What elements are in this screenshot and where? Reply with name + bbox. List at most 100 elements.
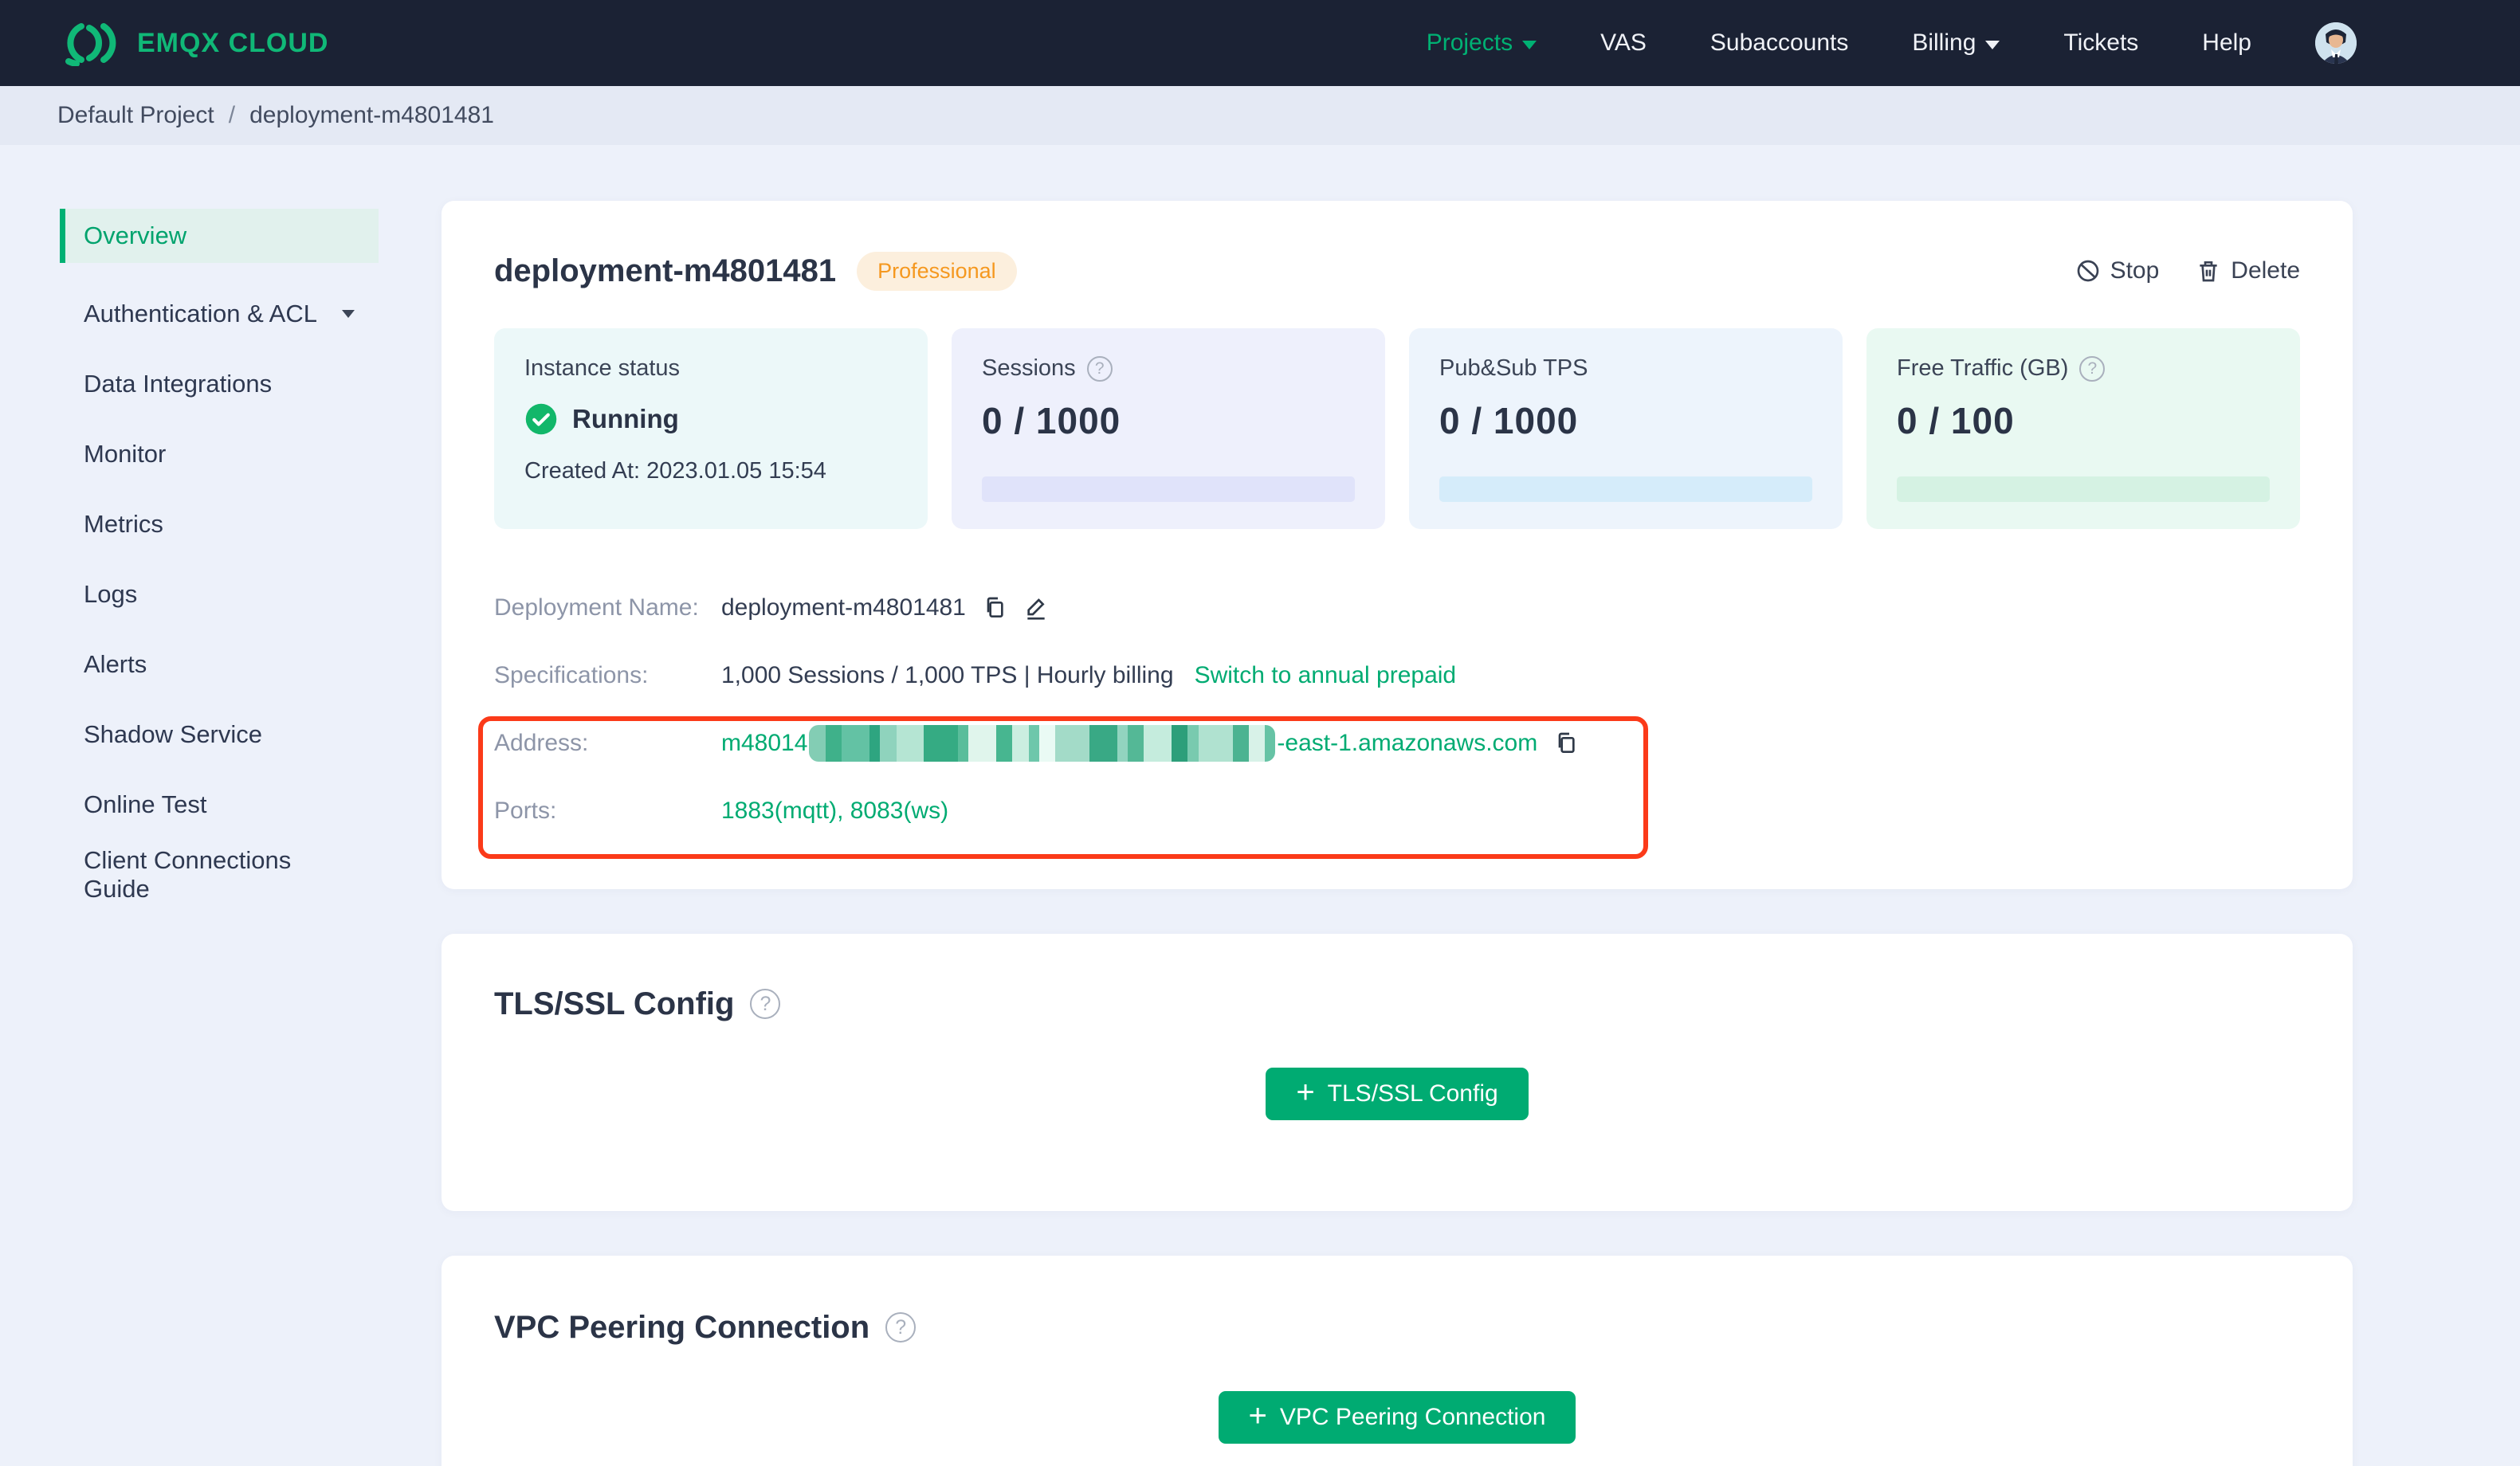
add-tls-ssl-config-button[interactable]: + TLS/SSL Config bbox=[1266, 1068, 1529, 1120]
sidebar-item-label: Online Test bbox=[84, 790, 207, 818]
status-row: Running bbox=[524, 402, 897, 436]
vpc-peering-header: VPC Peering Connection ? bbox=[494, 1305, 2300, 1350]
sidebar-item-label: Data Integrations bbox=[84, 370, 273, 398]
help-icon[interactable]: ? bbox=[885, 1312, 917, 1343]
main-content: deployment-m4801481 Professional Stop De… bbox=[442, 201, 2353, 1466]
nav-vas[interactable]: VAS bbox=[1600, 29, 1647, 57]
nav-help[interactable]: Help bbox=[2202, 29, 2251, 57]
pubsub-tps-card: Pub&Sub TPS 0 / 1000 bbox=[1409, 328, 1843, 529]
help-icon[interactable]: ? bbox=[2079, 355, 2106, 382]
sessions-progress-bar bbox=[982, 476, 1355, 502]
deployment-header: deployment-m4801481 Professional Stop De… bbox=[494, 245, 2300, 296]
nav-vas-label: VAS bbox=[1600, 29, 1647, 56]
sidebar-item-label: Alerts bbox=[84, 650, 147, 678]
address-prefix: m48014 bbox=[721, 729, 808, 756]
sidebar-item-online-test[interactable]: Online Test bbox=[60, 770, 379, 840]
trash-icon bbox=[2200, 261, 2217, 282]
vpc-peering-title: VPC Peering Connection bbox=[494, 1309, 870, 1345]
emqx-logo[interactable]: EMQX CLOUD bbox=[57, 20, 328, 66]
specifications-row: Specifications: 1,000 Sessions / 1,000 T… bbox=[494, 641, 2300, 709]
sidebar-item-overview[interactable]: Overview bbox=[60, 209, 379, 263]
breadcrumb-project[interactable]: Default Project bbox=[57, 102, 214, 129]
deployment-name-row: Deployment Name: deployment-m4801481 bbox=[494, 574, 2300, 641]
add-vpc-peering-button[interactable]: + VPC Peering Connection bbox=[1218, 1391, 1576, 1444]
breadcrumb: Default Project / deployment-m4801481 bbox=[0, 86, 2520, 145]
sidebar-item-monitor[interactable]: Monitor bbox=[60, 419, 379, 489]
stop-label: Stop bbox=[2110, 257, 2160, 284]
sessions-label: Sessions bbox=[982, 355, 1076, 381]
delete-button[interactable]: Delete bbox=[2196, 257, 2300, 284]
tls-ssl-card: TLS/SSL Config ? + TLS/SSL Config bbox=[442, 934, 2353, 1211]
address-row: Address: m48014 -east-1.amazonaws.com bbox=[494, 709, 2300, 777]
copy-icon bbox=[987, 597, 1003, 617]
sidebar-item-logs[interactable]: Logs bbox=[60, 559, 379, 629]
address-label: Address: bbox=[494, 729, 589, 756]
deployment-overview-card: deployment-m4801481 Professional Stop De… bbox=[442, 201, 2353, 889]
brand-title: EMQX CLOUD bbox=[137, 27, 329, 58]
sidebar: Overview Authentication & ACL Data Integ… bbox=[0, 209, 402, 910]
sidebar-item-authentication-acl[interactable]: Authentication & ACL bbox=[60, 279, 379, 349]
nav-subaccounts-label: Subaccounts bbox=[1709, 29, 1849, 56]
sidebar-item-client-connections-guide[interactable]: Client Connections Guide bbox=[60, 840, 379, 910]
instance-status-card: Instance status Running Created At: 2023… bbox=[494, 328, 928, 529]
sidebar-item-label: Monitor bbox=[84, 440, 167, 468]
nav-billing-label: Billing bbox=[1912, 29, 1976, 56]
switch-annual-prepaid-link[interactable]: Switch to annual prepaid bbox=[1195, 662, 1457, 689]
specifications-value: 1,000 Sessions / 1,000 TPS | Hourly bill… bbox=[721, 661, 1174, 688]
sidebar-item-shadow-service[interactable]: Shadow Service bbox=[60, 700, 379, 770]
tps-value: 0 / 1000 bbox=[1439, 400, 1579, 441]
ports-label: Ports: bbox=[494, 797, 557, 824]
deployment-actions: Stop Delete bbox=[2075, 257, 2300, 284]
plus-icon: + bbox=[1248, 1398, 1267, 1433]
sidebar-item-label: Authentication & ACL bbox=[84, 300, 317, 327]
sidebar-item-data-integrations[interactable]: Data Integrations bbox=[60, 349, 379, 419]
sidebar-item-label: Client Connections Guide bbox=[84, 846, 292, 903]
nav-help-label: Help bbox=[2202, 29, 2251, 56]
add-tls-ssl-config-label: TLS/SSL Config bbox=[1327, 1080, 1498, 1107]
edit-name-button[interactable] bbox=[1023, 595, 1049, 621]
vpc-peering-card: VPC Peering Connection ? + VPC Peering C… bbox=[442, 1256, 2353, 1466]
nav-tickets[interactable]: Tickets bbox=[2063, 29, 2138, 57]
status-badge: Running bbox=[572, 404, 679, 433]
specifications-label: Specifications: bbox=[494, 661, 649, 688]
traffic-progress-bar bbox=[1897, 476, 2270, 502]
sidebar-item-metrics[interactable]: Metrics bbox=[60, 489, 379, 559]
page: EMQX CLOUD Projects VAS Subaccounts Bill… bbox=[0, 0, 2520, 1466]
address-suffix: -east-1.amazonaws.com bbox=[1277, 729, 1538, 756]
deployment-name-label: Deployment Name: bbox=[494, 594, 699, 621]
emqx-logo-icon bbox=[65, 23, 116, 66]
created-at: Created At: 2023.01.05 15:54 bbox=[524, 458, 826, 484]
sidebar-item-label: Overview bbox=[84, 221, 187, 249]
stats-row: Instance status Running Created At: 2023… bbox=[494, 328, 2300, 529]
nav-tickets-label: Tickets bbox=[2063, 29, 2139, 56]
help-icon[interactable]: ? bbox=[1086, 355, 1113, 382]
sidebar-item-alerts[interactable]: Alerts bbox=[60, 629, 379, 700]
traffic-label: Free Traffic (GB) bbox=[1897, 355, 2069, 381]
tls-ssl-title: TLS/SSL Config bbox=[494, 986, 735, 1021]
sessions-card: Sessions ? 0 / 1000 bbox=[952, 328, 1385, 529]
copy-address-button[interactable] bbox=[1553, 731, 1579, 756]
nav-billing[interactable]: Billing bbox=[1912, 29, 2000, 57]
ports-row: Ports: 1883(mqtt), 8083(ws) bbox=[494, 777, 2300, 845]
check-circle-icon bbox=[525, 403, 557, 435]
nav-projects[interactable]: Projects bbox=[1427, 29, 1537, 57]
avatar-person-icon bbox=[2315, 22, 2357, 64]
breadcrumb-separator: / bbox=[228, 102, 236, 128]
top-nav-bar: EMQX CLOUD Projects VAS Subaccounts Bill… bbox=[0, 0, 2520, 86]
copy-icon bbox=[1558, 732, 1575, 753]
copy-name-button[interactable] bbox=[982, 595, 1007, 621]
deployment-details: Deployment Name: deployment-m4801481 Spe… bbox=[478, 574, 2300, 859]
add-vpc-peering-label: VPC Peering Connection bbox=[1279, 1404, 1546, 1430]
stop-button[interactable]: Stop bbox=[2075, 257, 2160, 284]
nav-projects-label: Projects bbox=[1426, 29, 1513, 56]
chevron-down-icon bbox=[1522, 40, 1537, 49]
sessions-value: 0 / 1000 bbox=[982, 400, 1121, 441]
avatar[interactable] bbox=[2315, 22, 2357, 64]
help-icon[interactable]: ? bbox=[750, 989, 781, 1019]
plus-icon: + bbox=[1296, 1075, 1315, 1110]
chevron-down-icon bbox=[1985, 40, 2000, 49]
instance-status-label: Instance status bbox=[524, 355, 681, 381]
nav-subaccounts[interactable]: Subaccounts bbox=[1710, 29, 1848, 57]
top-nav: Projects VAS Subaccounts Billing Tickets… bbox=[1427, 22, 2357, 64]
delete-label: Delete bbox=[2231, 257, 2300, 284]
